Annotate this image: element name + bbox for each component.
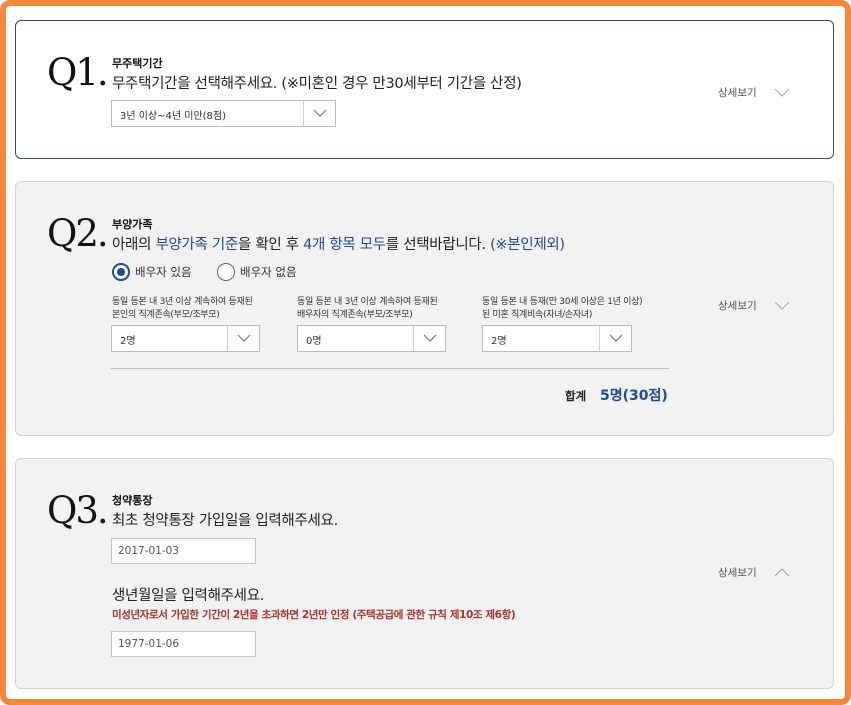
- birth-date-input[interactable]: [111, 631, 256, 657]
- spouse-yes-label: 배우자 있음: [135, 265, 192, 279]
- homeless-period-value: 3년 이상~4년 미만(8점): [120, 111, 227, 122]
- detail-label: 상세보기: [718, 300, 757, 312]
- spouse-no-label: 배우자 없음: [240, 265, 297, 279]
- spouse-no-radio[interactable]: 배우자 없음: [217, 262, 312, 282]
- dependent-label-spouse-parents: 동일 등본 내 3년 이상 계속하여 등재된 배우자의 직계존속(부모/조부모): [297, 296, 477, 322]
- chevron-down-icon: [303, 101, 335, 126]
- q2-detail-toggle[interactable]: 상세보기: [718, 298, 790, 313]
- label-line: 배우자의 직계존속(부모/조부모): [297, 310, 413, 320]
- minor-period-warning: 미성년자로서 가입한 기간이 2년을 초과하면 2년만 인정 (주택공급에 관한…: [112, 609, 516, 621]
- desc-text: 를 선택바랍니다.: [385, 237, 491, 253]
- label-line: 동일 등본 내 등재(만 30세 이상은 1년 이상): [482, 297, 643, 307]
- detail-label: 상세보기: [718, 87, 757, 99]
- account-join-date-input[interactable]: [111, 538, 256, 564]
- desc-highlight: (※본인제외): [490, 237, 565, 253]
- label-line: 동일 등본 내 3년 이상 계속하여 등재된: [297, 297, 438, 307]
- q3-detail-toggle[interactable]: 상세보기: [718, 565, 790, 580]
- total-label: 합계: [565, 389, 587, 403]
- chevron-down-icon: [227, 326, 259, 351]
- label-line: 본인의 직계존속(부모/조부모): [112, 310, 220, 320]
- children-select[interactable]: 2명: [482, 325, 632, 352]
- q3-card: Q3. 청약통장 최초 청약통장 가입일을 입력해주세요. 생년월일을 입력해주…: [15, 458, 834, 689]
- desc-text: 아래의: [112, 237, 156, 253]
- q1-card: Q1. 무주택기간 무주택기간을 선택해주세요. (※미혼인 경우 만30세부터…: [15, 20, 834, 159]
- spouse-parents-value: 0명: [306, 336, 322, 347]
- own-parents-select[interactable]: 2명: [111, 325, 260, 352]
- detail-label: 상세보기: [718, 567, 757, 579]
- q2-number: Q2.: [47, 212, 109, 255]
- total-value: 5명(30점): [600, 388, 668, 404]
- q3-number: Q3.: [47, 489, 109, 532]
- chevron-down-icon: [774, 301, 790, 310]
- dependent-label-own-parents: 동일 등본 내 3년 이상 계속하여 등재된 본인의 직계존속(부모/조부모): [112, 296, 292, 322]
- radio-checked-icon: [112, 263, 130, 281]
- q3-description: 최초 청약통장 가입일을 입력해주세요.: [112, 513, 338, 529]
- radio-unchecked-icon: [217, 263, 235, 281]
- birth-date-question: 생년월일을 입력해주세요.: [112, 588, 265, 604]
- homeless-period-select[interactable]: 3년 이상~4년 미만(8점): [111, 100, 336, 127]
- divider: [111, 368, 669, 369]
- dependent-label-children: 동일 등본 내 등재(만 30세 이상은 1년 이상) 된 미혼 직계비속(자녀…: [482, 296, 672, 322]
- q3-title: 청약통장: [112, 494, 153, 507]
- chevron-down-icon: [413, 326, 445, 351]
- children-value: 2명: [491, 336, 507, 347]
- desc-highlight: 4개 항목 모두: [303, 237, 386, 253]
- q2-description: 아래의 부양가족 기준을 확인 후 4개 항목 모두를 선택바랍니다. (※본인…: [112, 233, 565, 254]
- q2-card: Q2. 부양가족 아래의 부양가족 기준을 확인 후 4개 항목 모두를 선택바…: [15, 181, 834, 436]
- dependents-criteria-link: 부양가족 기준: [155, 237, 238, 253]
- label-line: 된 미혼 직계비속(자녀/손자녀): [482, 310, 593, 320]
- desc-text: 을 확인 후: [238, 237, 304, 253]
- label-line: 동일 등본 내 3년 이상 계속하여 등재된: [112, 297, 253, 307]
- chevron-down-icon: [774, 88, 790, 97]
- q1-detail-toggle[interactable]: 상세보기: [718, 85, 790, 100]
- q1-number: Q1.: [47, 51, 109, 94]
- own-parents-value: 2명: [120, 336, 136, 347]
- q1-title: 무주택기간: [112, 57, 163, 70]
- q1-description: 무주택기간을 선택해주세요. (※미혼인 경우 만30세부터 기간을 산정): [112, 76, 522, 92]
- q2-title: 부양가족: [112, 218, 153, 231]
- chevron-up-icon: [774, 568, 790, 577]
- spouse-parents-select[interactable]: 0명: [297, 325, 446, 352]
- spouse-yes-radio[interactable]: 배우자 있음: [112, 262, 207, 282]
- chevron-down-icon: [599, 326, 631, 351]
